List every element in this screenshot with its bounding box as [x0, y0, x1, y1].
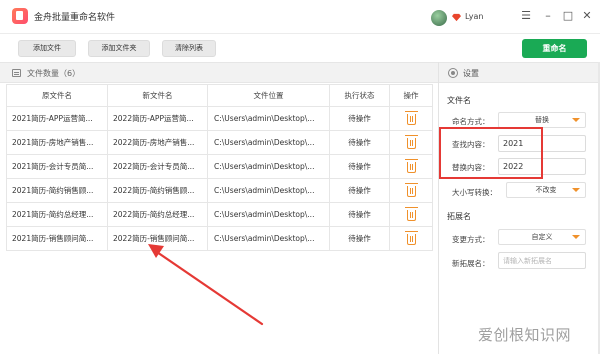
naming-method-value: 替换 — [535, 116, 549, 124]
action-cell — [389, 178, 433, 203]
list-icon — [12, 69, 21, 77]
action-cell — [389, 202, 433, 227]
annotation-highlight-box — [439, 127, 543, 179]
new-filename: 2022简历-APP运营简... — [107, 106, 208, 131]
user-name[interactable]: Lyan — [465, 12, 483, 21]
file-location: C:\Users\admin\Desktop\... — [207, 202, 330, 227]
new-extension-input[interactable]: 请输入新拓展名 — [498, 252, 586, 269]
case-conversion-select[interactable]: 不改变 — [506, 182, 586, 198]
action-cell — [389, 226, 433, 251]
add-file-button[interactable]: 添加文件 — [18, 40, 76, 57]
change-method-select[interactable]: 自定义 — [498, 229, 586, 245]
change-method-value: 自定义 — [531, 233, 553, 241]
settings-header: 设置 — [439, 62, 600, 83]
new-extension-label: 新拓展名： — [452, 259, 490, 268]
new-filename: 2022简历-简约总经理... — [107, 202, 208, 227]
rename-button[interactable]: 重命名 — [522, 39, 587, 58]
trash-icon[interactable] — [404, 135, 418, 149]
action-cell — [389, 154, 433, 179]
chevron-down-icon — [572, 118, 580, 122]
new-filename: 2022简历-简约销售顾... — [107, 178, 208, 203]
old-filename: 2021简历-销售顾问简... — [6, 226, 108, 251]
settings-label: 设置 — [463, 69, 479, 78]
file-location: C:\Users\admin\Desktop\... — [207, 154, 330, 179]
status-text: 待操作 — [329, 226, 390, 251]
new-filename: 2022简历-会计专员简... — [107, 154, 208, 179]
status-text: 待操作 — [329, 178, 390, 203]
action-cell — [389, 130, 433, 155]
add-folder-button[interactable]: 添加文件夹 — [88, 40, 150, 57]
annotation-arrow — [148, 244, 264, 326]
file-count-label: 文件数量（6） — [27, 69, 81, 78]
user-avatar[interactable] — [431, 10, 447, 26]
file-location: C:\Users\admin\Desktop\... — [207, 130, 330, 155]
vip-diamond-icon — [452, 13, 461, 22]
file-table: 原文件名 新文件名 文件位置 执行状态 操作 2021简历-APP运营简... … — [6, 84, 433, 251]
trash-icon[interactable] — [404, 159, 418, 173]
column-header-location: 文件位置 — [207, 84, 330, 107]
new-filename: 2022简历-房地产销售... — [107, 130, 208, 155]
chevron-down-icon — [572, 188, 580, 192]
trash-icon[interactable] — [404, 183, 418, 197]
table-row[interactable]: 2021简历-房地产销售... 2022简历-房地产销售... C:\Users… — [6, 130, 433, 155]
status-text: 待操作 — [329, 202, 390, 227]
toolbar: 添加文件 添加文件夹 清除列表 重命名 — [0, 34, 600, 62]
status-text: 待操作 — [329, 130, 390, 155]
filename-section-title: 文件名 — [447, 96, 471, 105]
app-title: 金舟批量重命名软件 — [34, 13, 116, 23]
table-row[interactable]: 2021简历-简约总经理... 2022简历-简约总经理... C:\Users… — [6, 202, 433, 227]
table-row[interactable]: 2021简历-会计专员简... 2022简历-会计专员简... C:\Users… — [6, 154, 433, 179]
extension-section-title: 拓展名 — [447, 212, 471, 221]
old-filename: 2021简历-房地产销售... — [6, 130, 108, 155]
clear-list-button[interactable]: 清除列表 — [162, 40, 216, 57]
action-cell — [389, 106, 433, 131]
file-location: C:\Users\admin\Desktop\... — [207, 106, 330, 131]
old-filename: 2021简历-简约总经理... — [6, 202, 108, 227]
change-method-label: 变更方式： — [452, 235, 490, 244]
app-logo-icon — [12, 8, 28, 24]
close-button[interactable]: ✕ — [580, 9, 594, 23]
trash-icon[interactable] — [404, 231, 418, 245]
case-conversion-label: 大小写转换： — [452, 188, 497, 197]
watermark: 爱创根知识网 — [478, 326, 572, 344]
status-text: 待操作 — [329, 106, 390, 131]
file-location: C:\Users\admin\Desktop\... — [207, 178, 330, 203]
table-row[interactable]: 2021简历-简约销售顾... 2022简历-简约销售顾... C:\Users… — [6, 178, 433, 203]
case-conversion-value: 不改变 — [535, 186, 557, 194]
maximize-button[interactable]: □ — [561, 9, 575, 23]
naming-method-select[interactable]: 替换 — [498, 112, 586, 128]
settings-icon — [448, 68, 458, 78]
file-list-header: 文件数量（6） — [0, 62, 438, 83]
column-header-action: 操作 — [389, 84, 433, 107]
column-header-new-name: 新文件名 — [107, 84, 208, 107]
status-text: 待操作 — [329, 154, 390, 179]
chevron-down-icon — [572, 235, 580, 239]
title-bar: 金舟批量重命名软件 Lyan ☰ – □ ✕ — [0, 0, 600, 34]
column-header-status: 执行状态 — [329, 84, 390, 107]
old-filename: 2021简历-简约销售顾... — [6, 178, 108, 203]
minimize-button[interactable]: – — [541, 9, 555, 23]
menu-icon[interactable]: ☰ — [519, 9, 533, 23]
table-row[interactable]: 2021简历-APP运营简... 2022简历-APP运营简... C:\Use… — [6, 106, 433, 131]
column-header-old-name: 原文件名 — [6, 84, 108, 107]
new-extension-placeholder: 请输入新拓展名 — [503, 257, 552, 265]
naming-method-label: 命名方式： — [452, 117, 490, 126]
trash-icon[interactable] — [404, 207, 418, 221]
old-filename: 2021简历-会计专员简... — [6, 154, 108, 179]
old-filename: 2021简历-APP运营简... — [6, 106, 108, 131]
trash-icon[interactable] — [404, 111, 418, 125]
panel-divider — [438, 62, 439, 354]
table-header-row: 原文件名 新文件名 文件位置 执行状态 操作 — [6, 84, 433, 107]
